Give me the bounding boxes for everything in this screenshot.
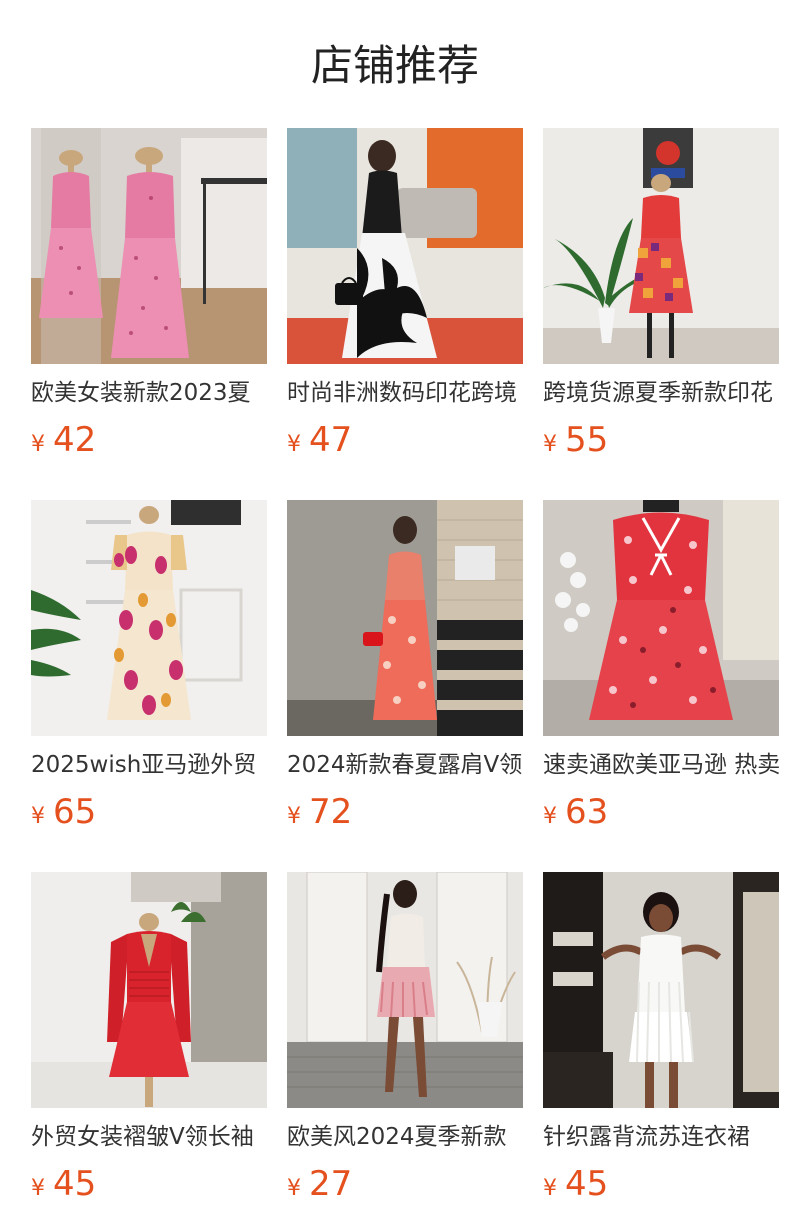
product-image[interactable] (31, 500, 267, 736)
product-name: 欧美风2024夏季新款 (287, 1124, 507, 1150)
product-name: 时尚非洲数码印花跨境 (287, 380, 517, 406)
product-name: 针织露背流苏连衣裙 (543, 1124, 750, 1150)
product-image[interactable] (287, 128, 523, 364)
product-price: ¥65 (31, 792, 267, 832)
currency-symbol: ¥ (31, 1176, 45, 1201)
product-price: ¥42 (31, 420, 267, 460)
product-price: ¥27 (287, 1164, 523, 1204)
currency-symbol: ¥ (543, 1176, 557, 1201)
price-value: 63 (565, 792, 609, 832)
price-value: 47 (309, 420, 353, 460)
price-value: 55 (565, 420, 609, 460)
price-value: 27 (309, 1164, 353, 1204)
product-name: 速卖通欧美亚马逊 热卖 (543, 752, 779, 778)
price-value: 45 (565, 1164, 609, 1204)
currency-symbol: ¥ (31, 432, 45, 457)
price-value: 42 (53, 420, 97, 460)
product-card[interactable]: 跨境货源夏季新款印花 ¥55 (543, 128, 779, 460)
currency-symbol: ¥ (287, 1176, 301, 1201)
product-price: ¥45 (543, 1164, 779, 1204)
product-card[interactable]: 外贸女装褶皱V领长袖 ¥45 (31, 872, 267, 1204)
product-price: ¥55 (543, 420, 779, 460)
product-image[interactable] (287, 500, 523, 736)
product-image[interactable] (31, 128, 267, 364)
product-name: 2024新款春夏露肩V领 (287, 752, 523, 778)
currency-symbol: ¥ (543, 432, 557, 457)
product-price: ¥72 (287, 792, 523, 832)
product-price: ¥47 (287, 420, 523, 460)
product-name: 外贸女装褶皱V领长袖 (31, 1124, 254, 1150)
product-name: 欧美女装新款2023夏 (31, 380, 251, 406)
product-card[interactable]: 速卖通欧美亚马逊 热卖 ¥63 (543, 500, 779, 832)
price-value: 65 (53, 792, 97, 832)
product-image[interactable] (543, 128, 779, 364)
product-price: ¥63 (543, 792, 779, 832)
page: 店铺推荐 欧美女装新款2023夏 ¥ 42 时尚非洲数码印花跨境 ¥ 47 跨境… (0, 0, 790, 1232)
price-value: 72 (309, 792, 353, 832)
product-card[interactable]: 欧美女装新款2023夏 ¥42 (31, 128, 267, 460)
currency-symbol: ¥ (287, 432, 301, 457)
product-card[interactable]: 2024新款春夏露肩V领 ¥72 (287, 500, 523, 832)
product-image[interactable] (31, 872, 267, 1108)
product-card[interactable]: 欧美风2024夏季新款 ¥27 (287, 872, 523, 1204)
product-card[interactable]: 针织露背流苏连衣裙 ¥45 (543, 872, 779, 1204)
product-card[interactable]: 时尚非洲数码印花跨境 ¥47 (287, 128, 523, 460)
price-value: 45 (53, 1164, 97, 1204)
currency-symbol: ¥ (31, 804, 45, 829)
product-card[interactable]: 2025wish亚马逊外贸 ¥65 (31, 500, 267, 832)
currency-symbol: ¥ (543, 804, 557, 829)
product-image[interactable] (287, 872, 523, 1108)
product-price: ¥45 (31, 1164, 267, 1204)
product-image[interactable] (543, 872, 779, 1108)
product-name: 跨境货源夏季新款印花 (543, 380, 773, 406)
currency-symbol: ¥ (287, 804, 301, 829)
page-title: 店铺推荐 (310, 41, 479, 90)
product-grid: 欧美女装新款2023夏 ¥42 时尚非洲数码印花跨境 ¥ 47 跨境货源夏季新款… (31, 128, 790, 1204)
product-name: 2025wish亚马逊外贸 (31, 752, 257, 778)
product-image[interactable] (543, 500, 779, 736)
